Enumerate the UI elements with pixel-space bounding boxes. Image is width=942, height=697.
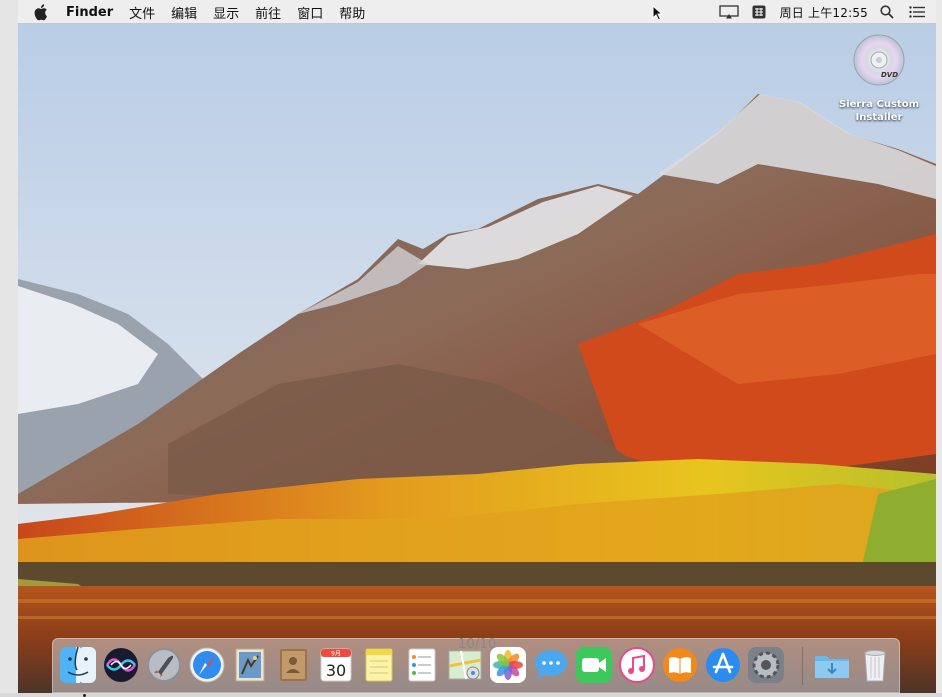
- spotlight-search-icon[interactable]: [876, 4, 898, 20]
- menu-clock[interactable]: 周日 上午12:55: [780, 4, 868, 21]
- reminders-list-icon: [408, 648, 436, 682]
- downloads-folder-icon: [815, 656, 849, 678]
- desktop[interactable]: [18, 24, 936, 693]
- menu-help[interactable]: 帮助: [339, 3, 365, 22]
- menu-window[interactable]: 窗口: [297, 3, 323, 22]
- dock-finder[interactable]: [59, 646, 97, 697]
- siri-icon: [104, 648, 138, 682]
- menu-file[interactable]: 文件: [129, 3, 155, 22]
- menu-finder[interactable]: Finder: [66, 5, 113, 20]
- menu-bar: Finder 文件 编辑 显示 前往 窗口 帮助 周日 上午12:55: [18, 0, 936, 24]
- app-store-icon: [706, 648, 740, 682]
- dock-siri[interactable]: [102, 646, 140, 684]
- dock-ibooks[interactable]: [661, 646, 699, 684]
- safari-compass-icon: [189, 647, 225, 683]
- input-method-icon[interactable]: [748, 4, 770, 20]
- dock-trash[interactable]: [856, 646, 894, 684]
- contacts-book-icon: [280, 649, 307, 681]
- messages-bubble-icon: [535, 650, 567, 679]
- menu-edit[interactable]: 编辑: [171, 3, 197, 22]
- svg-text:DVD: DVD: [881, 71, 898, 79]
- dock-facetime[interactable]: [575, 646, 613, 684]
- calendar-icon: 9月30: [320, 648, 352, 682]
- facetime-camera-icon: [576, 647, 612, 683]
- desktop-item-sierra-installer[interactable]: DVD Sierra Custom Installer: [833, 34, 925, 124]
- notification-center-icon[interactable]: [906, 4, 928, 20]
- dock-system-preferences[interactable]: [747, 646, 785, 684]
- menu-view[interactable]: 显示: [213, 3, 239, 22]
- dock-launchpad[interactable]: [145, 646, 183, 684]
- dock-messages[interactable]: [532, 646, 570, 684]
- dock-downloads[interactable]: [813, 646, 851, 684]
- notes-icon: [365, 648, 393, 682]
- finder-icon: [60, 646, 96, 683]
- desktop-item-label-2: Installer: [855, 112, 903, 123]
- dock-mail[interactable]: [231, 646, 269, 684]
- mail-stamp-icon: [235, 648, 265, 682]
- dock-separator: [802, 647, 803, 685]
- dock-safari[interactable]: [188, 646, 226, 684]
- wallpaper-high-sierra: [18, 24, 936, 693]
- left-edge: [0, 0, 18, 693]
- dvd-disc-icon: DVD: [853, 34, 905, 86]
- calendar-month: 9月: [331, 651, 341, 658]
- itunes-music-icon: [619, 647, 655, 683]
- page-counter: 10/10: [458, 637, 497, 652]
- ibooks-icon: [663, 648, 697, 682]
- launchpad-rocket-icon: [147, 648, 181, 682]
- mouse-pointer-icon: [652, 5, 664, 21]
- dock-app-store[interactable]: [704, 646, 742, 684]
- calendar-day: 30: [326, 661, 346, 680]
- dock-notes[interactable]: [360, 646, 398, 684]
- desktop-item-label-1: Sierra Custom: [839, 99, 919, 110]
- dock-contacts[interactable]: [274, 646, 312, 684]
- dock-calendar[interactable]: 9月 30: [317, 646, 355, 684]
- trash-icon: [864, 650, 886, 682]
- airplay-display-icon[interactable]: [718, 4, 740, 20]
- dock-reminders[interactable]: [403, 646, 441, 684]
- dock-itunes[interactable]: [618, 646, 656, 684]
- apple-menu-icon[interactable]: [34, 3, 50, 21]
- right-edge: [936, 0, 942, 693]
- menu-go[interactable]: 前往: [255, 3, 281, 22]
- gear-icon: [748, 647, 784, 683]
